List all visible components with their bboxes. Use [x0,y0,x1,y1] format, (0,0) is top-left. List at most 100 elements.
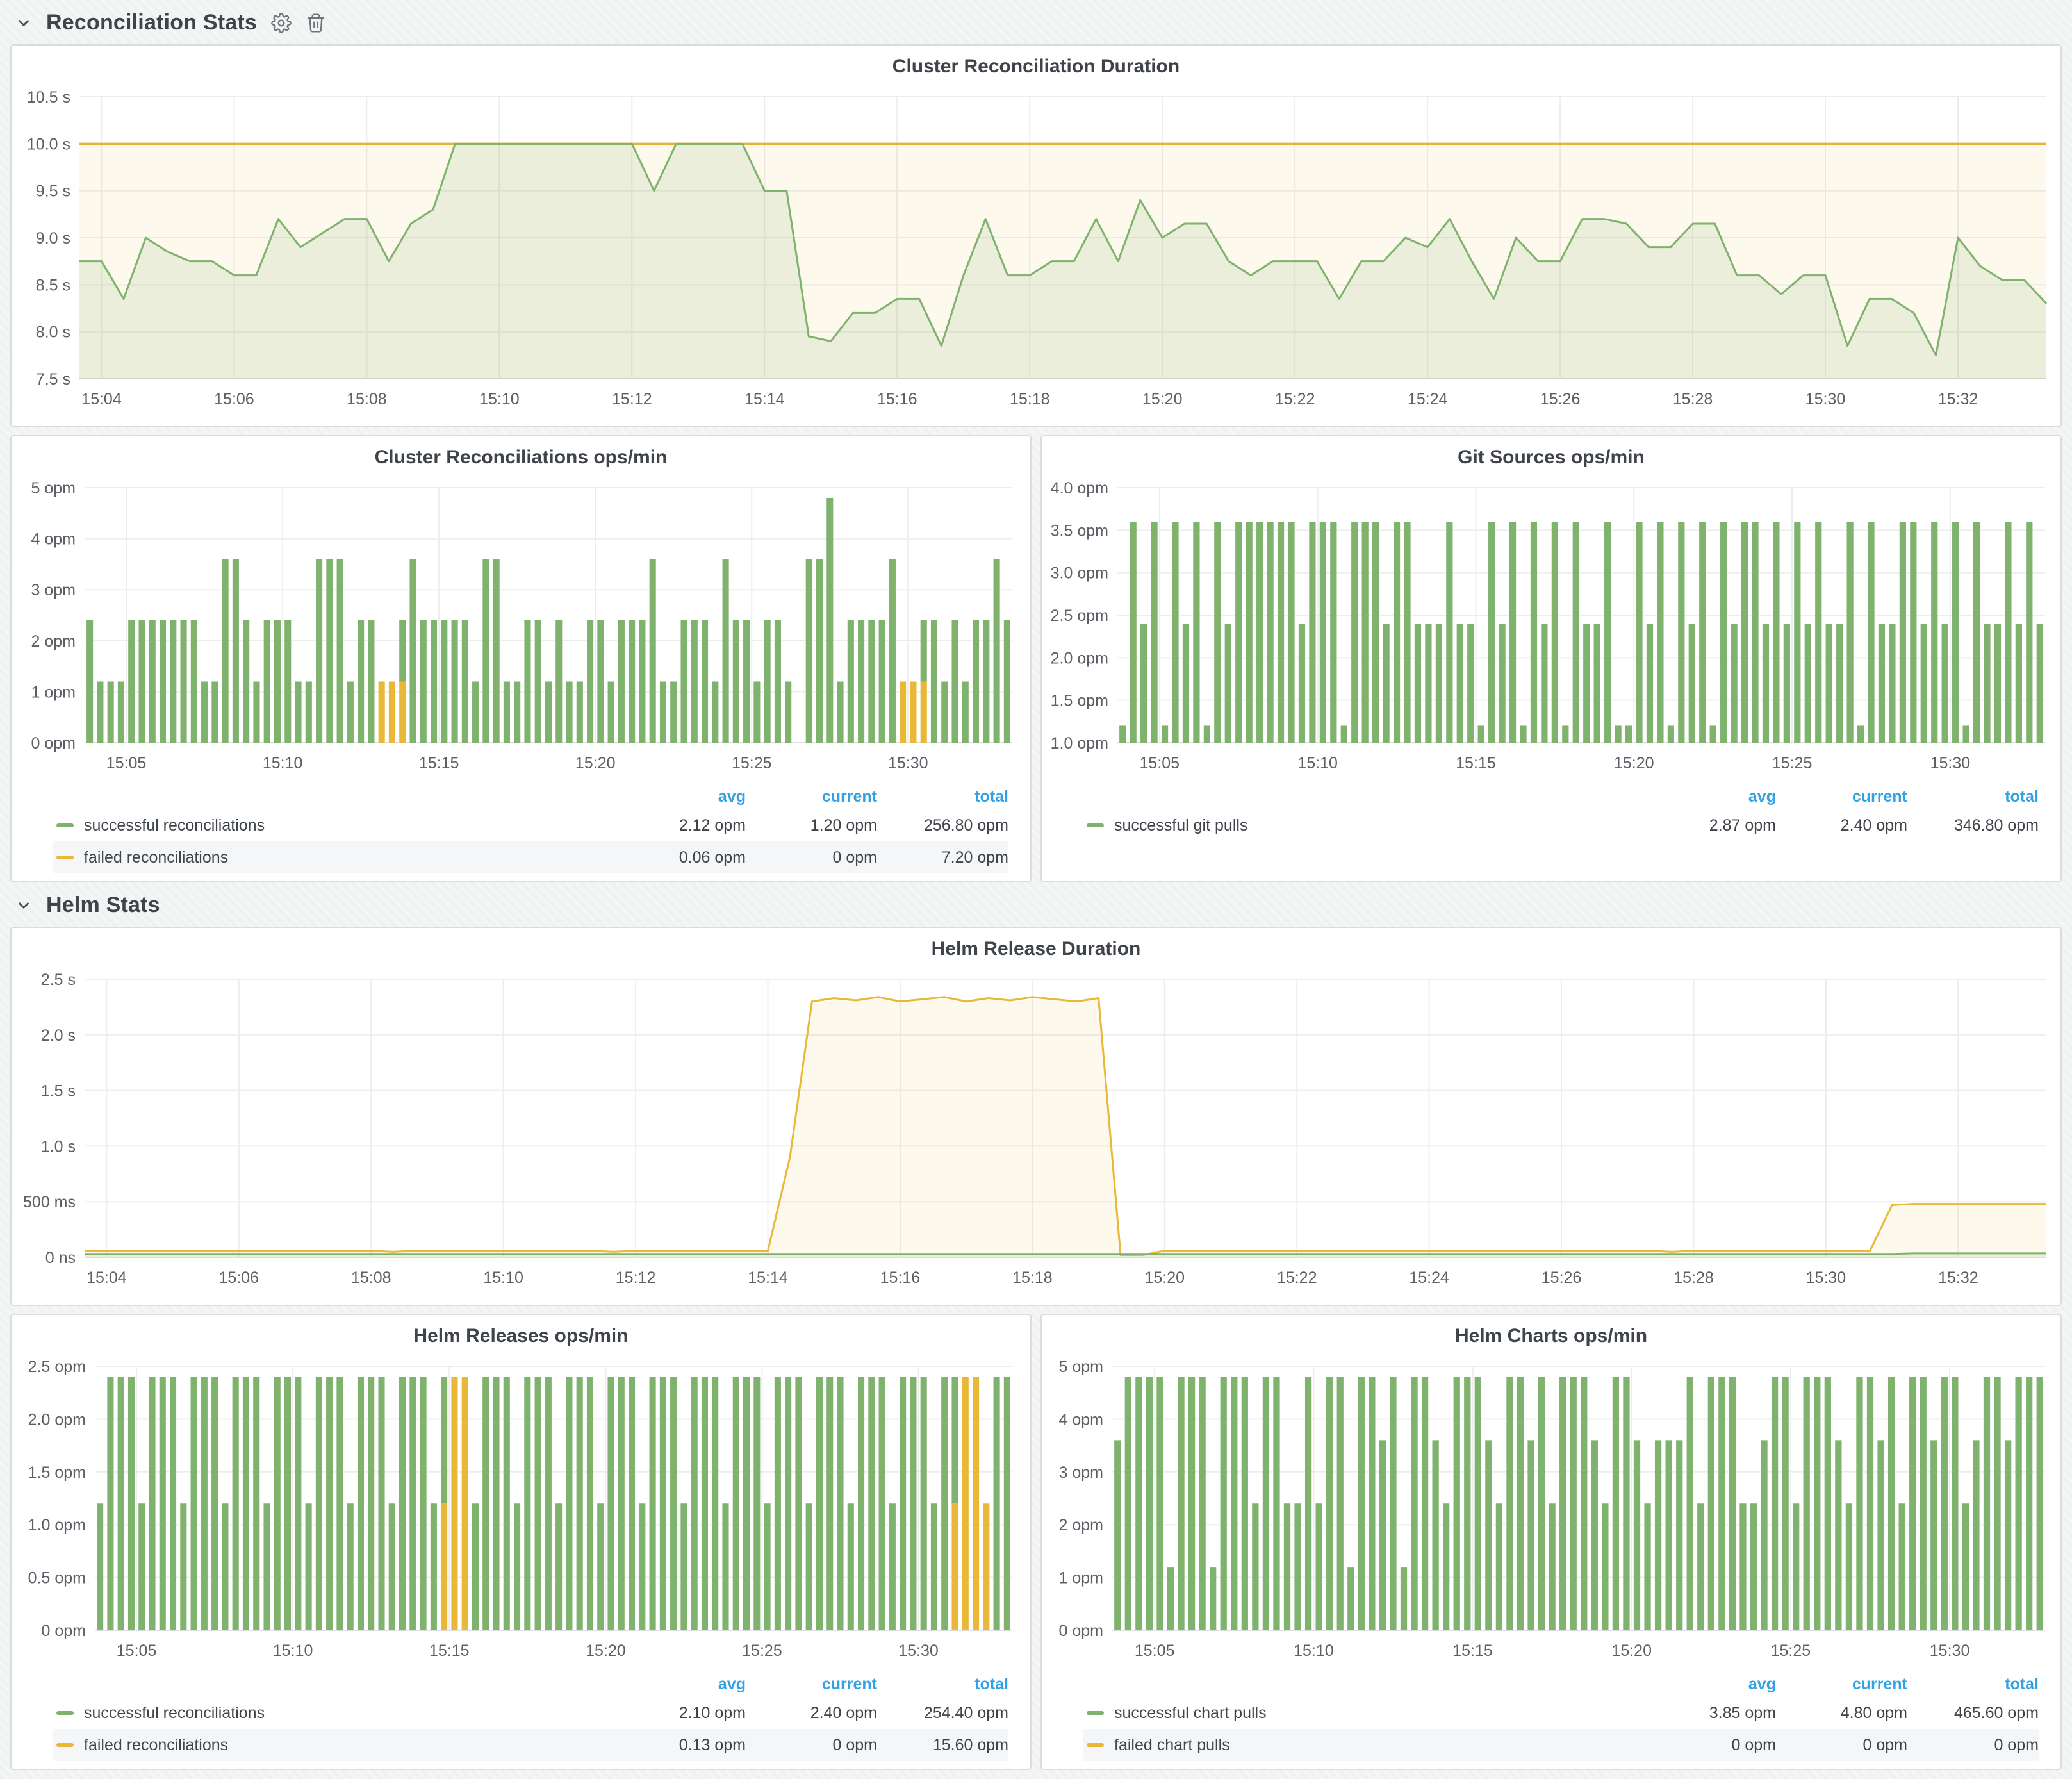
legend-header: avgcurrenttotal [1083,1671,2039,1697]
section-header-reconciliation-stats[interactable]: Reconciliation Stats [10,0,2062,44]
helm-charts-opm-chart[interactable]: 0 opm1 opm2 opm3 opm4 opm5 opm15:0515:10… [1046,1350,2057,1670]
series-name[interactable]: successful git pulls [1114,816,1247,835]
trash-icon[interactable] [306,13,326,33]
legend-value-avg: 2.12 opm [614,816,746,835]
legend-col-current[interactable]: current [1776,788,1907,806]
svg-text:15:20: 15:20 [1142,390,1183,408]
svg-text:2 opm: 2 opm [31,633,76,650]
legend-col-total[interactable]: total [1907,788,2039,806]
legend-row: failed chart pulls0 opm0 opm0 opm [1083,1729,2039,1761]
svg-text:15:26: 15:26 [1542,1269,1582,1287]
series-name[interactable]: successful chart pulls [1114,1704,1267,1723]
legend-value-total: 254.40 opm [877,1704,1008,1723]
svg-text:15:20: 15:20 [586,1642,626,1660]
legend-header: avgcurrenttotal [1083,784,2039,809]
svg-text:15:20: 15:20 [575,754,616,772]
svg-text:15:25: 15:25 [1772,754,1813,772]
legend-value-total: 465.60 opm [1907,1704,2039,1723]
legend-col-current[interactable]: current [746,788,877,806]
panel-title: Cluster Reconciliation Duration [12,46,2060,80]
legend-col-total[interactable]: total [877,788,1008,806]
panel-helm-releases-opm: Helm Releases ops/min 0 opm0.5 opm1.0 op… [10,1314,1032,1770]
gear-icon[interactable] [271,13,292,33]
section-header-helm-stats[interactable]: Helm Stats [10,882,2062,927]
svg-text:3 opm: 3 opm [31,581,76,599]
svg-text:9.0 s: 9.0 s [36,229,70,247]
legend-value-current: 4.80 opm [1776,1704,1907,1723]
legend-row: successful reconciliations2.10 opm2.40 o… [53,1697,1008,1729]
svg-text:15:10: 15:10 [1294,1642,1334,1660]
series-marker [56,823,74,827]
legend-row: failed reconciliations0.06 opm0 opm7.20 … [53,841,1008,873]
legend-value-avg: 2.87 opm [1645,816,1776,835]
svg-text:15:10: 15:10 [1297,754,1338,772]
svg-text:15:22: 15:22 [1277,1269,1317,1287]
series-marker [56,1743,74,1747]
svg-text:1 opm: 1 opm [31,683,76,701]
legend-value-avg: 0 opm [1645,1736,1776,1755]
series-name[interactable]: failed reconciliations [84,1736,228,1755]
chevron-down-icon[interactable] [15,15,32,31]
legend-git-sources: avgcurrenttotal successful git pulls 2.87 … [1083,784,2039,841]
legend-col-avg[interactable]: avg [614,1675,746,1694]
cluster-reconciliations-opm-chart[interactable]: 0 opm1 opm2 opm3 opm4 opm5 opm15:0515:10… [18,471,1024,782]
svg-text:15:12: 15:12 [616,1269,656,1287]
svg-text:10.5 s: 10.5 s [27,88,70,106]
legend-value-avg: 0.13 opm [614,1736,746,1755]
svg-text:2.5 opm: 2.5 opm [28,1358,86,1376]
svg-text:1.5 opm: 1.5 opm [28,1464,86,1482]
series-name[interactable]: failed chart pulls [1114,1736,1230,1755]
legend-value-current: 2.40 opm [746,1704,877,1723]
svg-text:500 ms: 500 ms [23,1193,76,1211]
legend-col-avg[interactable]: avg [1645,1675,1776,1694]
svg-text:15:12: 15:12 [612,390,652,408]
svg-text:1.0 opm: 1.0 opm [1051,734,1108,752]
series-name[interactable]: successful reconciliations [84,1704,265,1723]
legend-row: successful git pulls2.87 opm2.40 opm346.… [1083,809,2039,841]
svg-text:15:06: 15:06 [214,390,254,408]
svg-text:8.5 s: 8.5 s [36,276,70,294]
helm-release-duration-chart[interactable]: 0 ns500 ms1.0 s1.5 s2.0 s2.5 s15:0415:06… [15,963,2057,1305]
legend-value-total: 346.80 opm [1907,816,2039,835]
legend-helm-releases: avgcurrenttotal successful reconciliation… [53,1671,1008,1761]
series-name[interactable]: failed reconciliations [84,848,228,867]
svg-text:15:05: 15:05 [117,1642,157,1660]
svg-text:15:30: 15:30 [1805,390,1846,408]
panel-cluster-reconciliation-duration: Cluster Reconciliation Duration 7.5 s 8.0… [10,44,2062,427]
series-name[interactable]: successful reconciliations [84,816,265,835]
legend-col-current[interactable]: current [1776,1675,1907,1694]
svg-text:0.5 opm: 0.5 opm [28,1569,86,1587]
svg-text:3.0 opm: 3.0 opm [1051,565,1108,583]
svg-text:15:32: 15:32 [1938,390,1978,408]
legend-col-avg[interactable]: avg [1645,788,1776,806]
legend-value-current: 0 opm [746,1736,877,1755]
git-sources-opm-chart[interactable]: 1.0 opm1.5 opm2.0 opm2.5 opm3.0 opm3.5 o… [1046,471,2057,782]
svg-text:15:15: 15:15 [1452,1642,1493,1660]
svg-text:15:26: 15:26 [1540,390,1581,408]
svg-text:1.0 opm: 1.0 opm [28,1516,86,1534]
svg-text:7.5 s: 7.5 s [36,370,70,388]
legend-value-current: 0 opm [746,848,877,867]
legend-col-total[interactable]: total [877,1675,1008,1694]
legend-col-total[interactable]: total [1907,1675,2039,1694]
panel-helm-release-duration: Helm Release Duration 0 ns500 ms1.0 s1.5… [10,927,2062,1306]
legend-value-total: 15.60 opm [877,1736,1008,1755]
svg-text:15:05: 15:05 [1140,754,1180,772]
panel-helm-charts-opm: Helm Charts ops/min 0 opm1 opm2 opm3 opm… [1040,1314,2062,1770]
svg-text:15:05: 15:05 [1135,1642,1175,1660]
helm-releases-opm-chart[interactable]: 0 opm0.5 opm1.0 opm1.5 opm2.0 opm2.5 opm… [18,1350,1024,1670]
svg-text:8.0 s: 8.0 s [36,324,70,342]
legend-col-avg[interactable]: avg [614,788,746,806]
svg-text:15:25: 15:25 [1771,1642,1811,1660]
legend-value-total: 0 opm [1907,1736,2039,1755]
legend-header: avgcurrenttotal [53,784,1008,809]
svg-text:3 opm: 3 opm [1059,1464,1103,1482]
svg-text:15:18: 15:18 [1012,1269,1053,1287]
legend-col-current[interactable]: current [746,1675,877,1694]
svg-text:15:30: 15:30 [1930,1642,1970,1660]
legend-row: successful reconciliations2.12 opm1.20 o… [53,809,1008,841]
svg-text:15:30: 15:30 [888,754,928,772]
cluster-reconciliation-duration-chart[interactable]: 7.5 s8.0 s8.5 s9.0 s9.5 s10.0 s10.5 s15:… [15,80,2057,426]
svg-text:15:18: 15:18 [1010,390,1050,408]
chevron-down-icon[interactable] [15,897,32,914]
